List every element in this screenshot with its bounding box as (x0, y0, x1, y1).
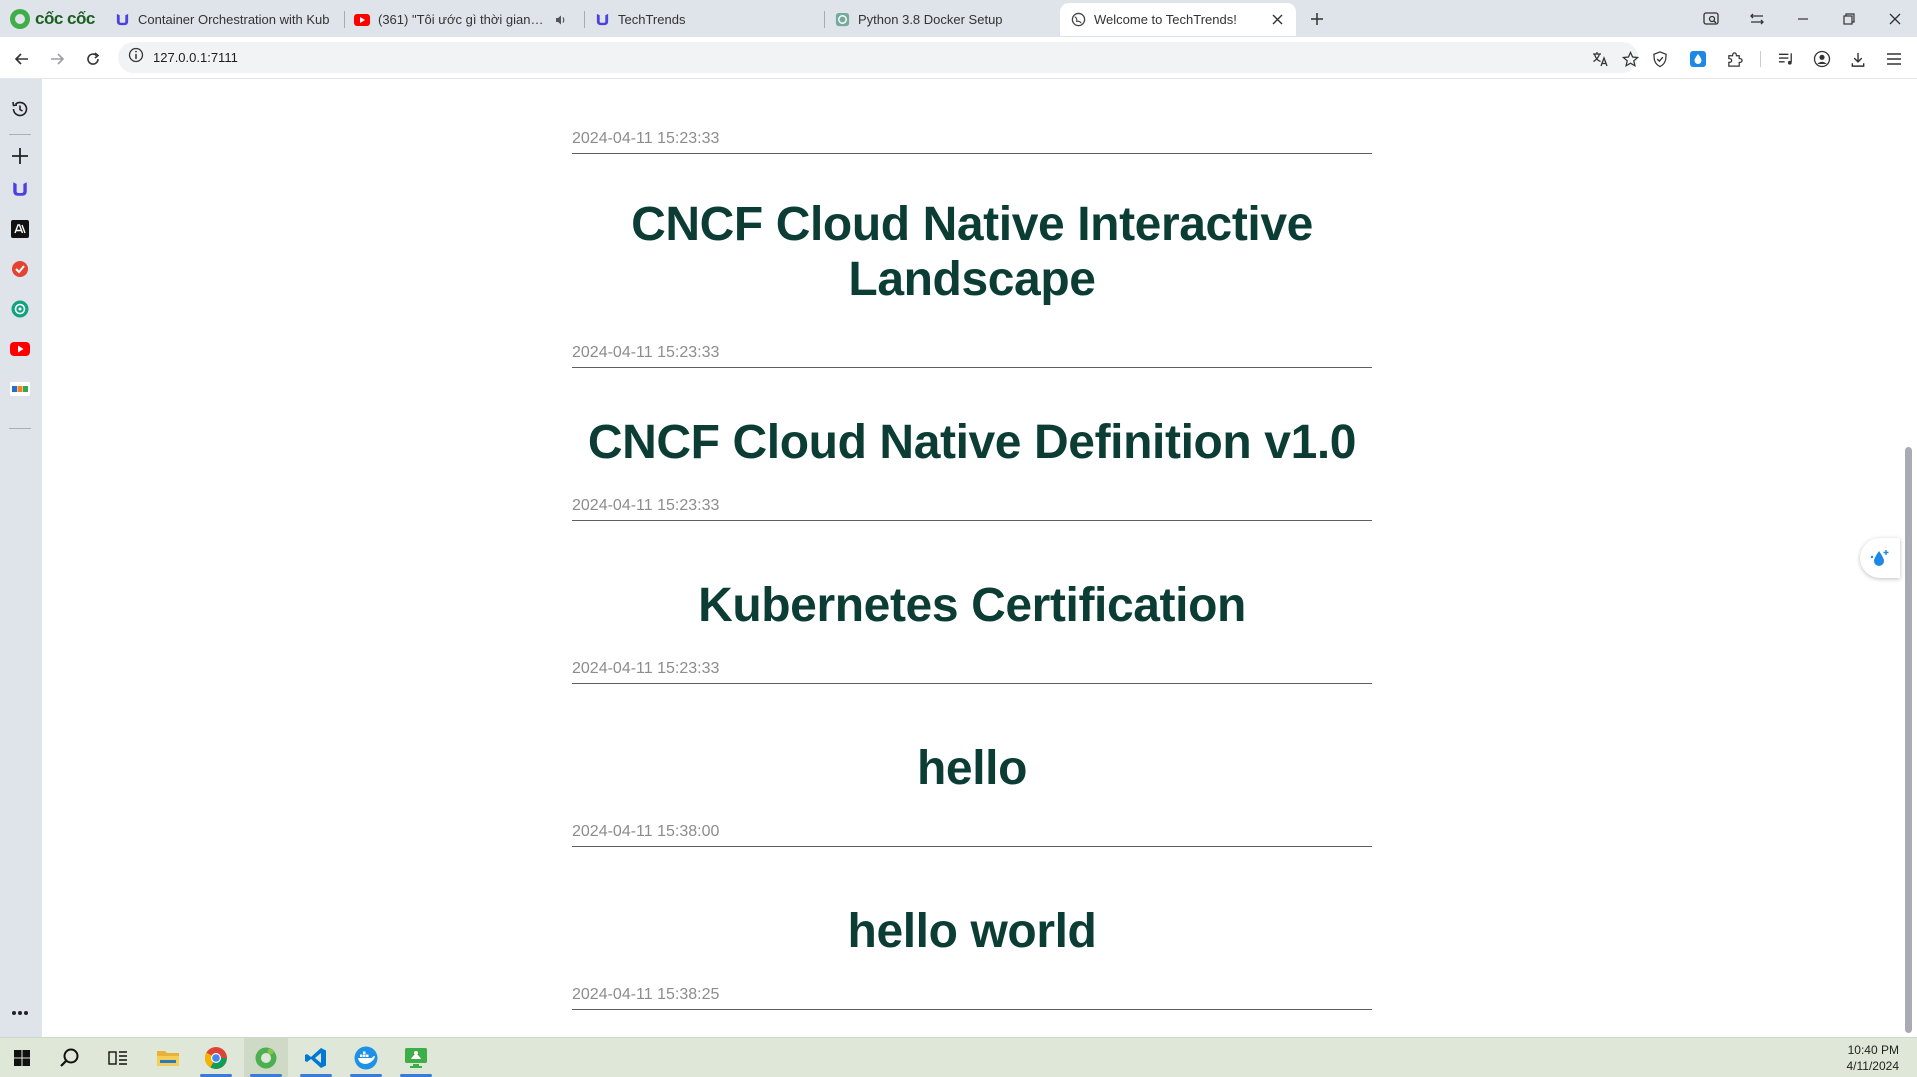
site-info-icon[interactable] (128, 47, 144, 68)
bookmark-star-icon[interactable] (1618, 47, 1642, 71)
extensions-puzzle-icon[interactable] (1722, 47, 1746, 71)
brand-name: cốc cốc (35, 9, 95, 28)
browser-brand[interactable]: cốc cốc (10, 8, 95, 30)
history-icon[interactable] (8, 97, 32, 121)
todoist-app-icon[interactable] (8, 257, 32, 281)
anthropic-app-icon[interactable] (8, 217, 32, 241)
tab-label: TechTrends (618, 12, 686, 27)
forward-button[interactable] (45, 47, 69, 71)
media-queue-icon[interactable] (1774, 47, 1798, 71)
download-icon[interactable] (1846, 47, 1870, 71)
screenshot-icon[interactable] (1698, 6, 1724, 32)
tab-label: Python 3.8 Docker Setup (858, 12, 1003, 27)
tab-audio-icon[interactable] (552, 11, 570, 29)
chrome-icon[interactable] (194, 1038, 238, 1077)
tab-container-orchestration[interactable]: Container Orchestration with Kub (104, 3, 340, 36)
tab-label: Welcome to TechTrends! (1094, 12, 1237, 27)
tab-search-icon[interactable] (1744, 6, 1770, 32)
coccoc-logo-icon (10, 9, 30, 29)
sidebar-divider (9, 428, 31, 429)
extension-water-icon[interactable] (1686, 47, 1710, 71)
address-bar[interactable]: 127.0.0.1:7111 (118, 42, 1638, 73)
tab-python-docker[interactable]: Python 3.8 Docker Setup (824, 3, 1060, 36)
toolbar-divider (1760, 51, 1761, 67)
post-timestamp: 2024-04-11 15:23:33 (572, 344, 1372, 368)
floating-water-reminder-button[interactable] (1860, 538, 1900, 578)
tab-techtrends[interactable]: TechTrends (584, 3, 820, 36)
post-title[interactable]: CNCF Cloud Native Definition v1.0 (572, 415, 1372, 470)
tab-close-icon[interactable] (1268, 11, 1286, 29)
search-icon[interactable] (48, 1038, 92, 1077)
browser-sidebar (0, 79, 42, 1037)
docker-icon[interactable] (344, 1038, 388, 1077)
windows-taskbar: 10:40 PM 4/11/2024 (0, 1037, 1917, 1077)
post-title[interactable]: CNCF Cloud Native Interactive Landscape (572, 197, 1372, 307)
add-sidebar-app-icon[interactable] (8, 144, 32, 168)
close-window-icon[interactable] (1882, 6, 1908, 32)
minimize-icon[interactable] (1790, 6, 1816, 32)
task-view-icon[interactable] (96, 1038, 140, 1077)
clock-time: 10:40 PM (1847, 1043, 1899, 1057)
coccoc-taskbar-icon[interactable] (244, 1038, 288, 1077)
profile-icon[interactable] (1810, 47, 1834, 71)
tab-label: Container Orchestration with Kub (138, 12, 330, 27)
post-title[interactable]: hello (572, 741, 1372, 796)
clock-date: 4/11/2024 (1846, 1059, 1900, 1073)
restore-icon[interactable] (1836, 6, 1862, 32)
reload-button[interactable] (81, 47, 105, 71)
post-item: hello world 2024-04-11 15:38:25 (572, 904, 1372, 1010)
file-explorer-icon[interactable] (146, 1038, 190, 1077)
chatgpt-icon (834, 12, 850, 28)
post-item: CNCF Cloud Native Definition v1.0 2024-0… (572, 415, 1372, 521)
page-viewport: 2024-04-11 15:23:33 CNCF Cloud Native In… (42, 79, 1900, 1037)
post-timestamp: 2024-04-11 15:38:25 (572, 986, 1372, 1010)
browser-toolbar: 127.0.0.1:7111 (0, 37, 1917, 79)
menu-hamburger-icon[interactable] (1882, 47, 1906, 71)
post-item: Kubernetes Certification 2024-04-11 15:2… (572, 578, 1372, 684)
tab-label: (361) "Tôi ước gì thời gian ngừ (378, 12, 544, 27)
tab-youtube[interactable]: (361) "Tôi ước gì thời gian ngừ (344, 3, 580, 36)
udacity-icon (114, 12, 130, 28)
translate-icon[interactable] (1588, 47, 1612, 71)
new-tab-button[interactable] (1307, 9, 1327, 29)
post-timestamp: 2024-04-11 15:23:33 (572, 130, 1372, 154)
youtube-app-icon[interactable] (8, 337, 32, 361)
adblock-shield-icon[interactable] (1648, 47, 1672, 71)
url-text: 127.0.0.1:7111 (153, 50, 238, 65)
remote-desktop-icon[interactable] (394, 1038, 438, 1077)
page-scrollbar-thumb[interactable] (1905, 447, 1912, 1033)
sidebar-divider (9, 134, 31, 135)
more-options-icon[interactable] (8, 1001, 32, 1025)
youtube-icon (354, 12, 370, 28)
windows-start-icon[interactable] (0, 1038, 44, 1077)
tab-welcome-techtrends[interactable]: Welcome to TechTrends! (1060, 3, 1296, 36)
back-button[interactable] (10, 47, 34, 71)
udacity-app-icon[interactable] (8, 177, 32, 201)
vscode-icon[interactable] (294, 1038, 338, 1077)
post-timestamp: 2024-04-11 15:23:33 (572, 497, 1372, 521)
system-clock[interactable]: 10:40 PM 4/11/2024 (1847, 1042, 1900, 1074)
post-timestamp: 2024-04-11 15:38:00 (572, 823, 1372, 847)
udacity-icon (594, 12, 610, 28)
post-item: CNCF Cloud Native Interactive Landscape … (572, 197, 1372, 368)
tab-strip: cốc cốc Container Orchestration with Kub… (0, 0, 1917, 37)
post-title[interactable]: hello world (572, 904, 1372, 959)
post-previous-footer: 2024-04-11 15:23:33 (572, 130, 1372, 154)
post-item: hello 2024-04-11 15:38:00 (572, 741, 1372, 847)
globe-icon (1070, 12, 1086, 28)
post-title[interactable]: Kubernetes Certification (572, 578, 1372, 633)
chatgpt-app-icon[interactable] (8, 297, 32, 321)
post-timestamp: 2024-04-11 15:23:33 (572, 660, 1372, 684)
fpt-app-icon[interactable] (8, 377, 32, 401)
